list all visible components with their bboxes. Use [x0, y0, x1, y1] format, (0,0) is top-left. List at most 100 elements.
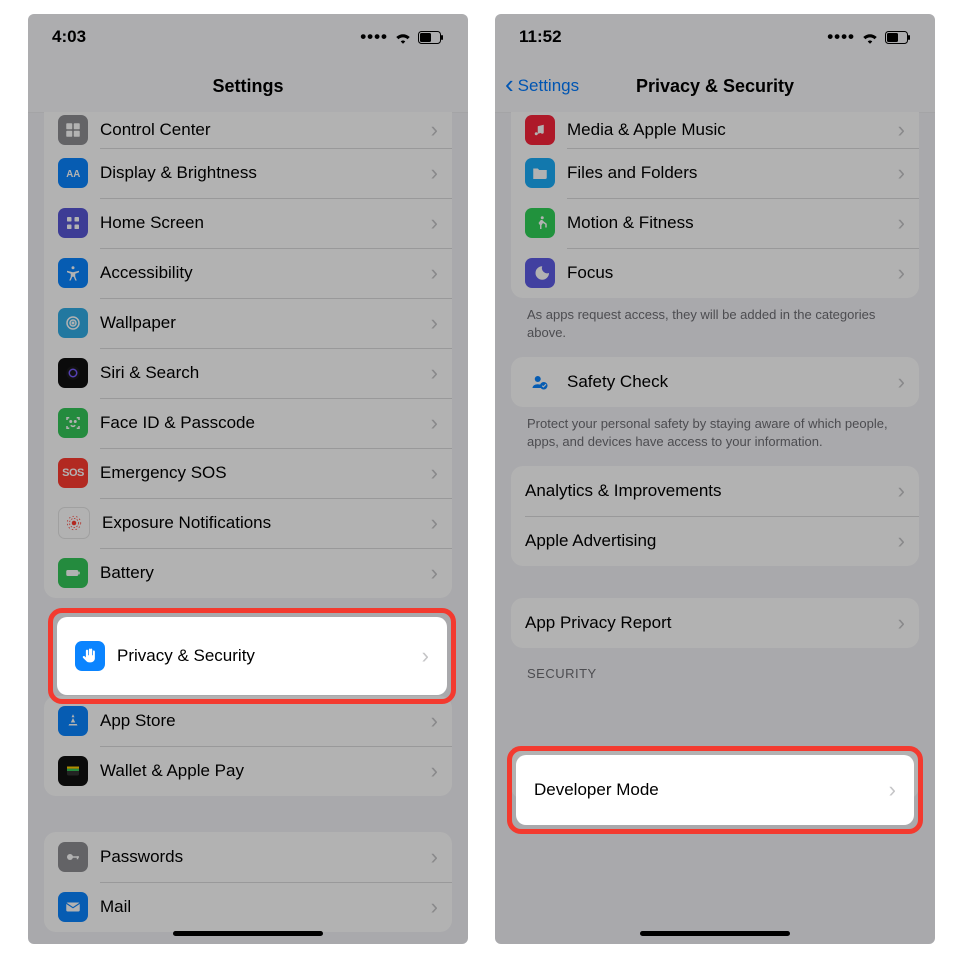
row-label: Display & Brightness	[100, 163, 431, 183]
row-label: Face ID & Passcode	[100, 413, 431, 433]
row-label: Focus	[567, 263, 898, 283]
settings-row-home-screen[interactable]: Home Screen›	[44, 198, 452, 248]
settings-group-2: App Store›Wallet & Apple Pay›	[44, 696, 452, 796]
settings-row-wallet-apple-pay[interactable]: Wallet & Apple Pay›	[44, 746, 452, 796]
chevron-right-icon: ›	[431, 212, 438, 234]
lockdown-group: Lockdown Mode Off ›	[511, 749, 919, 799]
back-button[interactable]: ‹ Settings	[505, 60, 579, 112]
phone-settings: 4:03 •••• Settings Control Center›AADisp…	[28, 14, 468, 944]
row-label: Mail	[100, 897, 431, 917]
settings-row-wallpaper[interactable]: Wallpaper›	[44, 298, 452, 348]
chevron-right-icon: ›	[898, 212, 905, 234]
chevron-right-icon: ›	[431, 760, 438, 782]
nav-bar: Settings	[28, 60, 468, 113]
chevron-right-icon: ›	[431, 462, 438, 484]
wifi-icon	[861, 30, 879, 44]
chevron-right-icon: ›	[898, 480, 905, 502]
row-label: Siri & Search	[100, 363, 431, 383]
row-label: Exposure Notifications	[102, 513, 431, 533]
row-label: App Privacy Report	[525, 613, 898, 633]
control-center-icon	[58, 115, 88, 145]
safety-check-group: Safety Check ›	[511, 357, 919, 407]
nav-bar: ‹ Settings Privacy & Security	[495, 60, 935, 113]
files-folders-icon	[525, 158, 555, 188]
person-check-icon	[525, 367, 555, 397]
row-label: Emergency SOS	[100, 463, 431, 483]
cellular-icon: ••••	[827, 27, 855, 47]
chevron-right-icon: ›	[431, 512, 438, 534]
cellular-icon: ••••	[360, 27, 388, 47]
row-label: Accessibility	[100, 263, 431, 283]
settings-row-files-folders[interactable]: Files and Folders›	[511, 148, 919, 198]
settings-row-faceid-passcode[interactable]: Face ID & Passcode›	[44, 398, 452, 448]
home-indicator[interactable]	[173, 931, 323, 936]
settings-row-passwords[interactable]: Passwords›	[44, 832, 452, 882]
settings-row-emergency-sos[interactable]: SOS Emergency SOS›	[44, 448, 452, 498]
settings-row-app-privacy-report[interactable]: App Privacy Report ›	[511, 598, 919, 648]
settings-group-3: Passwords›Mail›	[44, 832, 452, 932]
row-label: Battery	[100, 563, 431, 583]
row-label: Motion & Fitness	[567, 213, 898, 233]
chevron-right-icon: ›	[431, 562, 438, 584]
settings-row-apple-advertising[interactable]: Apple Advertising›	[511, 516, 919, 566]
status-icons: ••••	[360, 27, 444, 47]
chevron-right-icon: ›	[431, 896, 438, 918]
settings-row-exposure-notifications[interactable]: Exposure Notifications›	[44, 498, 452, 548]
exposure-notifications-icon	[58, 507, 90, 539]
settings-row-display-brightness[interactable]: AADisplay & Brightness›	[44, 148, 452, 198]
security-header: SECURITY	[511, 648, 919, 687]
media-apple-music-icon	[525, 115, 555, 145]
settings-row-control-center[interactable]: Control Center›	[44, 112, 452, 148]
row-label: Lockdown Mode	[525, 764, 869, 784]
row-label: Control Center	[100, 120, 431, 140]
battery-icon	[885, 31, 911, 44]
status-bar: 4:03 ••••	[28, 14, 468, 60]
home-screen-icon	[58, 208, 88, 238]
chevron-right-icon: ›	[431, 846, 438, 868]
settings-row-analytics-improvements[interactable]: Analytics & Improvements›	[511, 466, 919, 516]
chevron-right-icon: ›	[431, 312, 438, 334]
settings-row-focus[interactable]: Focus›	[511, 248, 919, 298]
app-privacy-group: App Privacy Report ›	[511, 598, 919, 648]
phone-privacy-security: 11:52 •••• ‹ Settings Privacy & Security…	[495, 14, 935, 944]
home-indicator[interactable]	[640, 931, 790, 936]
categories-footer: As apps request access, they will be add…	[511, 298, 919, 345]
settings-row-media-apple-music[interactable]: Media & Apple Music›	[511, 112, 919, 148]
chevron-right-icon: ›	[898, 763, 905, 785]
settings-scroll[interactable]: Control Center›AADisplay & Brightness›Ho…	[28, 112, 468, 944]
settings-row-app-store[interactable]: App Store›	[44, 696, 452, 746]
back-label: Settings	[518, 76, 579, 96]
row-label: Apple Advertising	[525, 531, 898, 551]
app-store-icon	[58, 706, 88, 736]
settings-row-mail[interactable]: Mail›	[44, 882, 452, 932]
wallpaper-icon	[58, 308, 88, 338]
status-bar: 11:52 ••••	[495, 14, 935, 60]
mail-icon	[58, 892, 88, 922]
settings-row-safety-check[interactable]: Safety Check ›	[511, 357, 919, 407]
wallet-apple-pay-icon	[58, 756, 88, 786]
settings-row-accessibility[interactable]: Accessibility›	[44, 248, 452, 298]
settings-row-siri-search[interactable]: Siri & Search›	[44, 348, 452, 398]
settings-row-motion-fitness[interactable]: Motion & Fitness›	[511, 198, 919, 248]
chevron-right-icon: ›	[431, 412, 438, 434]
row-label: Analytics & Improvements	[525, 481, 898, 501]
row-label: Home Screen	[100, 213, 431, 233]
row-label: Safety Check	[567, 372, 898, 392]
row-label: Files and Folders	[567, 163, 898, 183]
privacy-categories-group: Media & Apple Music›Files and Folders›Mo…	[511, 112, 919, 298]
row-label: Wallpaper	[100, 313, 431, 333]
motion-fitness-icon	[525, 208, 555, 238]
chevron-right-icon: ›	[431, 362, 438, 384]
emergency-sos-icon: SOS	[58, 458, 88, 488]
settings-row-lockdown-mode[interactable]: Lockdown Mode Off ›	[511, 749, 919, 799]
chevron-right-icon: ›	[898, 371, 905, 393]
analytics-group: Analytics & Improvements›Apple Advertisi…	[511, 466, 919, 566]
chevron-right-icon: ›	[898, 162, 905, 184]
row-label: Media & Apple Music	[567, 120, 898, 140]
focus-icon	[525, 258, 555, 288]
settings-row-battery[interactable]: Battery›	[44, 548, 452, 598]
privacy-scroll[interactable]: Media & Apple Music›Files and Folders›Mo…	[495, 112, 935, 944]
safety-footer: Protect your personal safety by staying …	[511, 407, 919, 454]
page-title: Settings	[212, 76, 283, 97]
chevron-right-icon: ›	[898, 119, 905, 141]
